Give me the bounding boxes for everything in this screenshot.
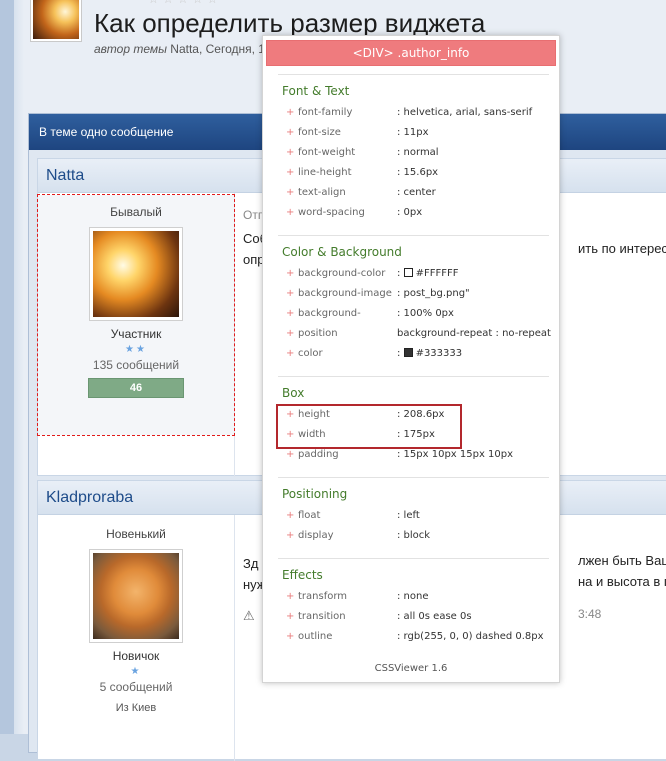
author-post-count: 135 сообщений bbox=[92, 358, 180, 372]
css-row: + background-color: #FFFFFF bbox=[286, 268, 459, 279]
css-row: + display: block bbox=[286, 530, 431, 541]
author-rank: Бывалый bbox=[110, 205, 162, 219]
author-group: Участник bbox=[110, 327, 162, 341]
css-row: + background-image: post_bg.png" bbox=[286, 288, 470, 299]
topic-meta-prefix: автор темы bbox=[94, 42, 167, 56]
color-swatch-icon bbox=[403, 268, 413, 277]
css-row: + transform: none bbox=[286, 591, 429, 602]
topic-meta: автор темы Natta, Сегодня, 1 bbox=[94, 42, 265, 56]
author-info: Новенький Новичок ★ 5 сообщений Из Киев bbox=[38, 517, 234, 747]
section-font-text: Font & Text + font-family: helvetica, ari… bbox=[278, 74, 549, 223]
css-row: + word-spacing: 0px bbox=[286, 207, 423, 218]
section-title: Effects bbox=[282, 568, 323, 582]
post-text-right: на и высота в пикс bbox=[578, 574, 666, 589]
author-city: Из Киев bbox=[115, 702, 157, 714]
css-row: + line-height: 15.6px bbox=[286, 167, 439, 178]
author-info-highlighted: Бывалый Участник ★★ 135 сообщений 46 bbox=[37, 194, 235, 436]
css-row: + position background-repeat : no-repeat bbox=[286, 328, 551, 339]
section-color-background: Color & Background + background-color: #F… bbox=[278, 235, 551, 364]
css-row: + outline: rgb(255, 0, 0) dashed 0.8px bbox=[286, 631, 544, 642]
reputation-badge[interactable]: 46 bbox=[88, 378, 184, 398]
author-post-count: 5 сообщений bbox=[99, 680, 173, 694]
rank-pips-icon: ★ bbox=[130, 666, 142, 677]
css-row: + font-family: helvetica, arial, sans-ser… bbox=[286, 107, 533, 118]
css-row: + font-size: 11px bbox=[286, 127, 429, 138]
topic-author-avatar[interactable] bbox=[30, 0, 82, 42]
rank-pips-icon: ★★ bbox=[125, 344, 147, 355]
section-title: Positioning bbox=[282, 487, 348, 501]
section-effects: Effects + transform: none + transition: al… bbox=[278, 558, 549, 647]
post-time: 3:48 bbox=[578, 607, 602, 621]
viewer-footer: CSSViewer 1.6 bbox=[374, 663, 448, 674]
css-row: + background-: 100% 0px bbox=[286, 308, 454, 319]
topic-meta-author[interactable]: Natta, Сегодня, 1 bbox=[170, 42, 265, 56]
topic-rating-stars[interactable]: ☆☆☆☆☆ bbox=[148, 0, 222, 6]
cssviewer-panel: <DIV> .author_info Font & Text + font-fam… bbox=[262, 35, 560, 683]
css-row: + text-align: center bbox=[286, 187, 436, 198]
section-positioning: Positioning + float: left + display: block bbox=[278, 477, 549, 546]
post-text-right: ить по интересам bbox=[578, 241, 666, 256]
author-group: Новичок bbox=[112, 649, 160, 663]
css-row: + color: #333333 bbox=[286, 348, 463, 359]
left-strip bbox=[0, 0, 14, 734]
size-highlight-box bbox=[276, 404, 462, 449]
author-photo[interactable] bbox=[89, 549, 183, 643]
css-row: + transition: all 0s ease 0s bbox=[286, 611, 472, 622]
section-title: Color & Background bbox=[282, 245, 402, 259]
viewer-title: <DIV> .author_info bbox=[266, 40, 556, 66]
author-rank: Новенький bbox=[106, 527, 166, 541]
section-title: Box bbox=[282, 386, 305, 400]
css-row: + float: left bbox=[286, 510, 420, 521]
color-swatch-icon bbox=[403, 348, 413, 357]
author-photo[interactable] bbox=[89, 227, 183, 321]
css-row: + font-weight: normal bbox=[286, 147, 439, 158]
post-text-right: лжен быть Ваш ви bbox=[578, 553, 666, 568]
section-title: Font & Text bbox=[282, 84, 350, 98]
